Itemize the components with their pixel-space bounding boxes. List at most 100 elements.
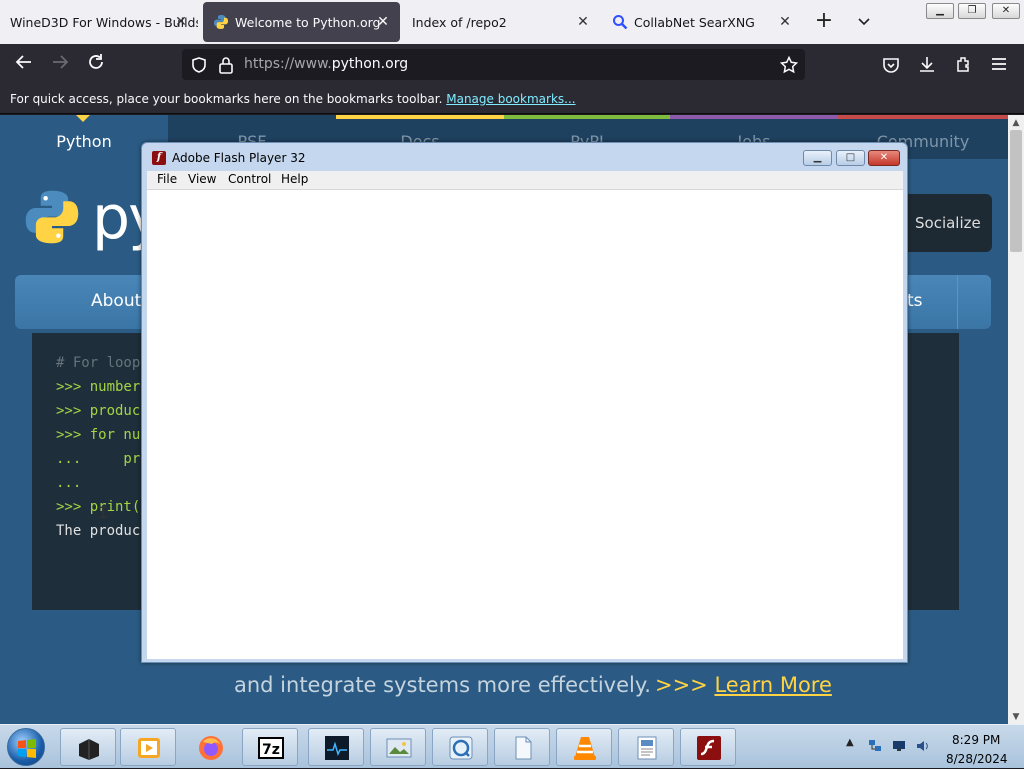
shield-icon[interactable] <box>190 56 208 74</box>
search-icon <box>613 15 628 30</box>
start-button[interactable] <box>7 728 45 766</box>
taskbar-item[interactable] <box>182 728 238 766</box>
menu-view[interactable]: View <box>188 172 216 186</box>
taskbar: 7z ▲ 8:29 PM 8/28/2024 <box>0 724 1024 768</box>
url-prefix: https://www. <box>244 56 332 72</box>
forward-button[interactable] <box>47 53 73 77</box>
tagline-text: and integrate systems more effectively. <box>234 673 651 697</box>
python-logo-icon[interactable] <box>22 187 82 247</box>
tab-label: Welcome to Python.org <box>235 14 381 30</box>
taskbar-item[interactable] <box>432 728 488 766</box>
close-tab-icon[interactable]: ✕ <box>172 13 190 31</box>
tab-label: CollabNet SearXNG <box>634 14 755 30</box>
tagline: and integrate systems more effectively. >… <box>234 673 832 697</box>
reload-button[interactable] <box>83 53 109 77</box>
monitor-app-icon <box>325 736 349 760</box>
learn-more-link[interactable]: Learn More <box>714 673 831 697</box>
text-cursor-icon: I <box>98 503 108 522</box>
window-restore-button[interactable]: ❐ <box>958 3 986 19</box>
forward-arrow-icon <box>53 55 69 69</box>
manage-bookmarks-link[interactable]: Manage bookmarks... <box>446 92 575 106</box>
star-icon[interactable] <box>780 56 798 74</box>
menu-icon[interactable] <box>991 57 1007 71</box>
url-bar[interactable]: https://www.python.org <box>182 49 805 80</box>
svg-text:7z: 7z <box>262 742 280 758</box>
show-hidden-icons-icon[interactable]: ▲ <box>846 737 854 748</box>
clock-date[interactable]: 8/28/2024 <box>946 752 1008 766</box>
flash-content-area[interactable] <box>147 189 903 659</box>
back-arrow-icon <box>15 55 31 69</box>
document-icon <box>637 736 657 760</box>
scroll-up-arrow-icon[interactable]: ▲ <box>1008 116 1024 130</box>
menu-help[interactable]: Help <box>281 172 308 186</box>
tab-strip: WineD3D For Windows - Builds ✕ Welcome t… <box>0 0 1024 44</box>
code-line: ... pro <box>56 451 149 467</box>
list-all-tabs-button[interactable] <box>852 10 876 34</box>
code-line: # For loop <box>56 355 141 371</box>
taskbar-item[interactable] <box>556 728 612 766</box>
chevron-down-icon <box>858 18 870 26</box>
bookmarks-toolbar: For quick access, place your bookmarks h… <box>0 86 1024 114</box>
bookmarks-message: For quick access, place your bookmarks h… <box>10 92 443 106</box>
socialize-button[interactable]: Socialize <box>898 194 992 252</box>
flash-maximize-button[interactable]: □ <box>836 150 865 166</box>
close-tab-icon[interactable]: ✕ <box>374 13 392 31</box>
code-line: >>> number <box>56 379 141 395</box>
taskbar-item[interactable] <box>120 728 176 766</box>
flash-player-window[interactable]: f Adobe Flash Player 32 ▁ □ ✕ File View … <box>141 142 908 663</box>
file-icon <box>515 736 532 760</box>
navigation-toolbar: https://www.python.org <box>0 44 1024 86</box>
taskbar-item[interactable] <box>618 728 674 766</box>
menu-control[interactable]: Control <box>228 172 271 186</box>
pocket-icon[interactable] <box>882 56 900 74</box>
code-line: >>> produc <box>56 403 141 419</box>
taskbar-item[interactable] <box>308 728 364 766</box>
extensions-icon[interactable] <box>955 55 973 73</box>
display-tray-icon[interactable] <box>892 739 906 753</box>
system-tray: ▲ 8:29 PM 8/28/2024 <box>844 725 1024 769</box>
taskbar-item[interactable]: 7z <box>242 728 298 766</box>
window-close-button[interactable]: ✕ <box>992 3 1020 19</box>
flash-minimize-button[interactable]: ▁ <box>803 150 832 166</box>
main-nav-events[interactable]: ts <box>907 291 923 311</box>
close-tab-icon[interactable]: ✕ <box>574 13 592 31</box>
windows-logo-icon <box>18 739 36 758</box>
lock-icon[interactable] <box>218 56 234 74</box>
image-viewer-icon <box>386 738 412 758</box>
scrollbar-thumb[interactable] <box>1010 130 1022 252</box>
tab-python[interactable]: Welcome to Python.org ✕ <box>203 2 400 42</box>
clock-time[interactable]: 8:29 PM <box>952 733 1000 747</box>
code-line: The produc <box>56 523 141 539</box>
url-text[interactable]: https://www.python.org <box>244 56 408 72</box>
main-nav-about[interactable]: About <box>91 291 141 311</box>
media-player-icon <box>138 738 160 758</box>
flash-player-icon: f <box>152 151 166 165</box>
tab-winedd3d[interactable]: WineD3D For Windows - Builds ✕ <box>0 2 198 42</box>
download-icon[interactable] <box>918 55 936 73</box>
tab-index-repo2[interactable]: Index of /repo2 ✕ <box>402 2 600 42</box>
window-title: Adobe Flash Player 32 <box>172 151 306 165</box>
7zip-icon: 7z <box>258 737 284 759</box>
firefox-icon <box>199 736 223 760</box>
close-tab-icon[interactable]: ✕ <box>776 13 794 31</box>
vlc-icon <box>574 737 596 760</box>
code-line: ... <box>56 475 82 491</box>
taskbar-item[interactable] <box>680 728 736 766</box>
new-tab-button[interactable]: + <box>812 10 836 34</box>
tab-searxng[interactable]: CollabNet SearXNG ✕ <box>604 2 802 42</box>
tagline-arrows: >>> <box>654 673 708 697</box>
menu-file[interactable]: File <box>157 172 177 186</box>
taskbar-item[interactable] <box>494 728 550 766</box>
flash-close-button[interactable]: ✕ <box>868 150 900 166</box>
code-line: >>> for nu <box>56 427 141 443</box>
reload-icon <box>89 54 103 69</box>
volume-tray-icon[interactable] <box>916 739 930 753</box>
window-minimize-button[interactable]: ▁ <box>926 3 954 19</box>
browser-app-icon <box>449 736 473 760</box>
taskbar-item[interactable] <box>370 728 426 766</box>
network-tray-icon[interactable] <box>868 739 882 753</box>
python-icon <box>214 15 228 29</box>
back-button[interactable] <box>11 53 37 77</box>
taskbar-item[interactable] <box>60 728 116 766</box>
scroll-down-arrow-icon[interactable]: ▼ <box>1008 710 1024 724</box>
